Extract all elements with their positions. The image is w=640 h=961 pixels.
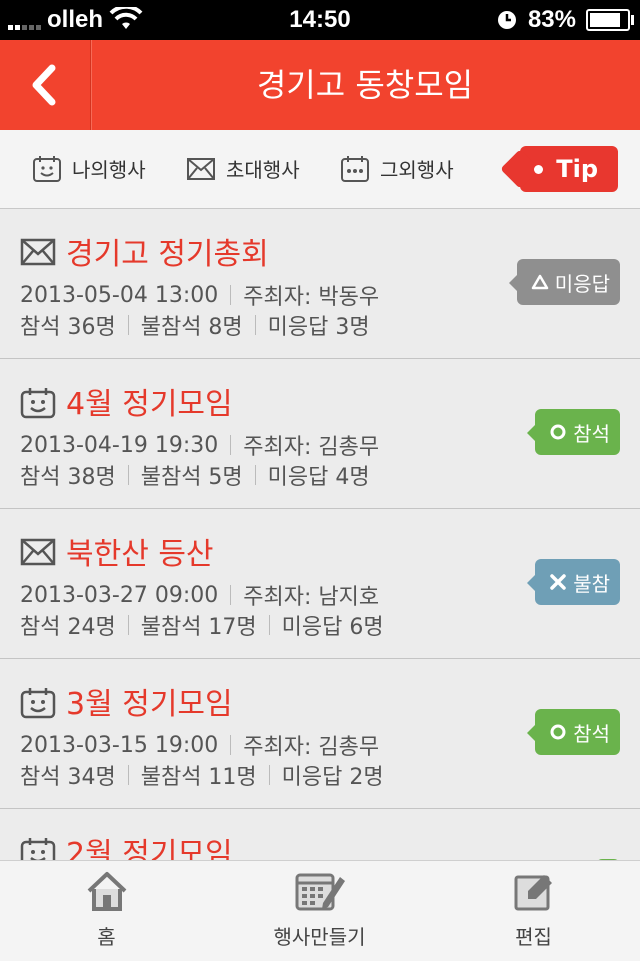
absent-count: 불참석 11명 (140, 765, 257, 790)
attend-count: 참석 34명 (20, 765, 116, 790)
event-row[interactable]: 2월 정기모임 (0, 809, 640, 860)
home-icon (87, 872, 126, 911)
status-bar: olleh 14:50 83% (0, 0, 640, 40)
tab-label: 행사만들기 (273, 925, 366, 949)
attend-count: 참석 24명 (20, 615, 116, 640)
event-host: 주최자: 김총무 (243, 735, 380, 760)
battery-icon (586, 9, 634, 31)
status-badge[interactable]: 불참 (527, 559, 620, 605)
event-title: 2월 정기모임 (66, 837, 233, 860)
event-title: 북한산 등산 (66, 537, 214, 572)
status-badge[interactable]: 참석 (527, 409, 620, 455)
absent-count: 불참석 17명 (140, 615, 257, 640)
tab-bar: 홈 행사만들기 편집 (0, 860, 640, 961)
event-host: 주최자: 남지호 (243, 585, 380, 610)
smiley-calendar-icon (33, 155, 61, 182)
filter-label: 초대행사 (226, 158, 300, 182)
event-row[interactable]: 3월 정기모임 2013-03-15 19:00 주최자: 김총무 참석 34명… (0, 659, 640, 809)
x-icon (550, 574, 566, 590)
calendar-edit-icon (295, 873, 345, 911)
event-host: 주최자: 김총무 (243, 435, 380, 460)
event-meta: 2013-04-19 19:30 주최자: 김총무 (20, 429, 379, 461)
smiley-calendar-icon (20, 688, 56, 719)
filter-invited-events[interactable]: 초대행사 (186, 154, 300, 183)
event-list: 경기고 정기총회 2013-05-04 13:00 주최자: 박동우 참석 36… (0, 209, 640, 860)
event-row[interactable]: 북한산 등산 2013-03-27 09:00 주최자: 남지호 참석 24명 … (0, 509, 640, 659)
event-meta: 2013-03-27 09:00 주최자: 남지호 (20, 579, 379, 611)
envelope-icon (20, 538, 56, 566)
filter-label: 그외행사 (380, 158, 454, 182)
envelope-icon (187, 157, 215, 180)
filter-bar: 나의행사 초대행사 그외행사 Tip (0, 130, 640, 209)
event-title: 4월 정기모임 (66, 387, 233, 422)
absent-count: 불참석 8명 (140, 315, 243, 340)
tip-label: Tip (556, 155, 598, 183)
pending-count: 미응답 3명 (267, 315, 370, 340)
filter-other-events[interactable]: 그외행사 (340, 154, 454, 183)
event-datetime: 2013-04-19 19:30 (20, 432, 219, 458)
smiley-calendar-icon (20, 388, 56, 419)
tab-label: 홈 (97, 925, 116, 949)
absent-count: 불참석 5명 (140, 465, 243, 490)
event-title: 경기고 정기총회 (66, 237, 269, 272)
event-title: 3월 정기모임 (66, 687, 233, 722)
tab-label: 편집 (515, 925, 552, 949)
nav-bar: 경기고 동창모임 (0, 40, 640, 131)
filter-label: 나의행사 (72, 158, 146, 182)
clock-icon (497, 11, 516, 29)
event-meta: 2013-05-04 13:00 주최자: 박동우 (20, 279, 379, 311)
status-badge[interactable]: 참석 (527, 709, 620, 755)
event-datetime: 2013-05-04 13:00 (20, 282, 219, 308)
event-datetime: 2013-03-15 19:00 (20, 732, 219, 758)
battery-percent: 83% (527, 6, 576, 33)
event-datetime: 2013-03-27 09:00 (20, 582, 219, 608)
circle-icon (550, 424, 566, 440)
event-meta: 2013-03-15 19:00 주최자: 김총무 (20, 729, 379, 761)
event-counts: 참석 24명 불참석 17명 미응답 6명 (20, 609, 384, 641)
tab-home[interactable]: 홈 (0, 869, 213, 950)
event-counts: 참석 38명 불참석 5명 미응답 4명 (20, 459, 370, 491)
dots-calendar-icon (341, 155, 369, 182)
circle-icon (550, 724, 566, 740)
page-title: 경기고 동창모임 (256, 66, 474, 104)
event-counts: 참석 36명 불참석 8명 미응답 3명 (20, 309, 370, 341)
status-label: 불참 (573, 571, 610, 596)
edit-icon (514, 875, 552, 911)
status-label: 참석 (573, 721, 610, 746)
tab-edit[interactable]: 편집 (427, 869, 640, 950)
event-counts: 참석 34명 불참석 11명 미응답 2명 (20, 759, 384, 791)
attend-count: 참석 36명 (20, 315, 116, 340)
smiley-calendar-icon (20, 838, 56, 860)
event-row[interactable]: 경기고 정기총회 2013-05-04 13:00 주최자: 박동우 참석 36… (0, 209, 640, 359)
status-label: 참석 (573, 421, 610, 446)
event-host: 주최자: 박동우 (243, 285, 380, 310)
pending-count: 미응답 4명 (267, 465, 370, 490)
tab-create-event[interactable]: 행사만들기 (213, 869, 426, 950)
tip-button[interactable]: Tip (520, 146, 618, 192)
event-row[interactable]: 4월 정기모임 2013-04-19 19:30 주최자: 김총무 참석 38명… (0, 359, 640, 509)
status-label: 미응답 (554, 271, 610, 296)
status-badge[interactable]: 미응답 (508, 259, 620, 305)
filter-my-events[interactable]: 나의행사 (32, 154, 146, 183)
envelope-icon (20, 238, 56, 266)
pending-count: 미응답 2명 (281, 765, 384, 790)
triangle-icon (531, 274, 549, 290)
pending-count: 미응답 6명 (281, 615, 384, 640)
attend-count: 참석 38명 (20, 465, 116, 490)
